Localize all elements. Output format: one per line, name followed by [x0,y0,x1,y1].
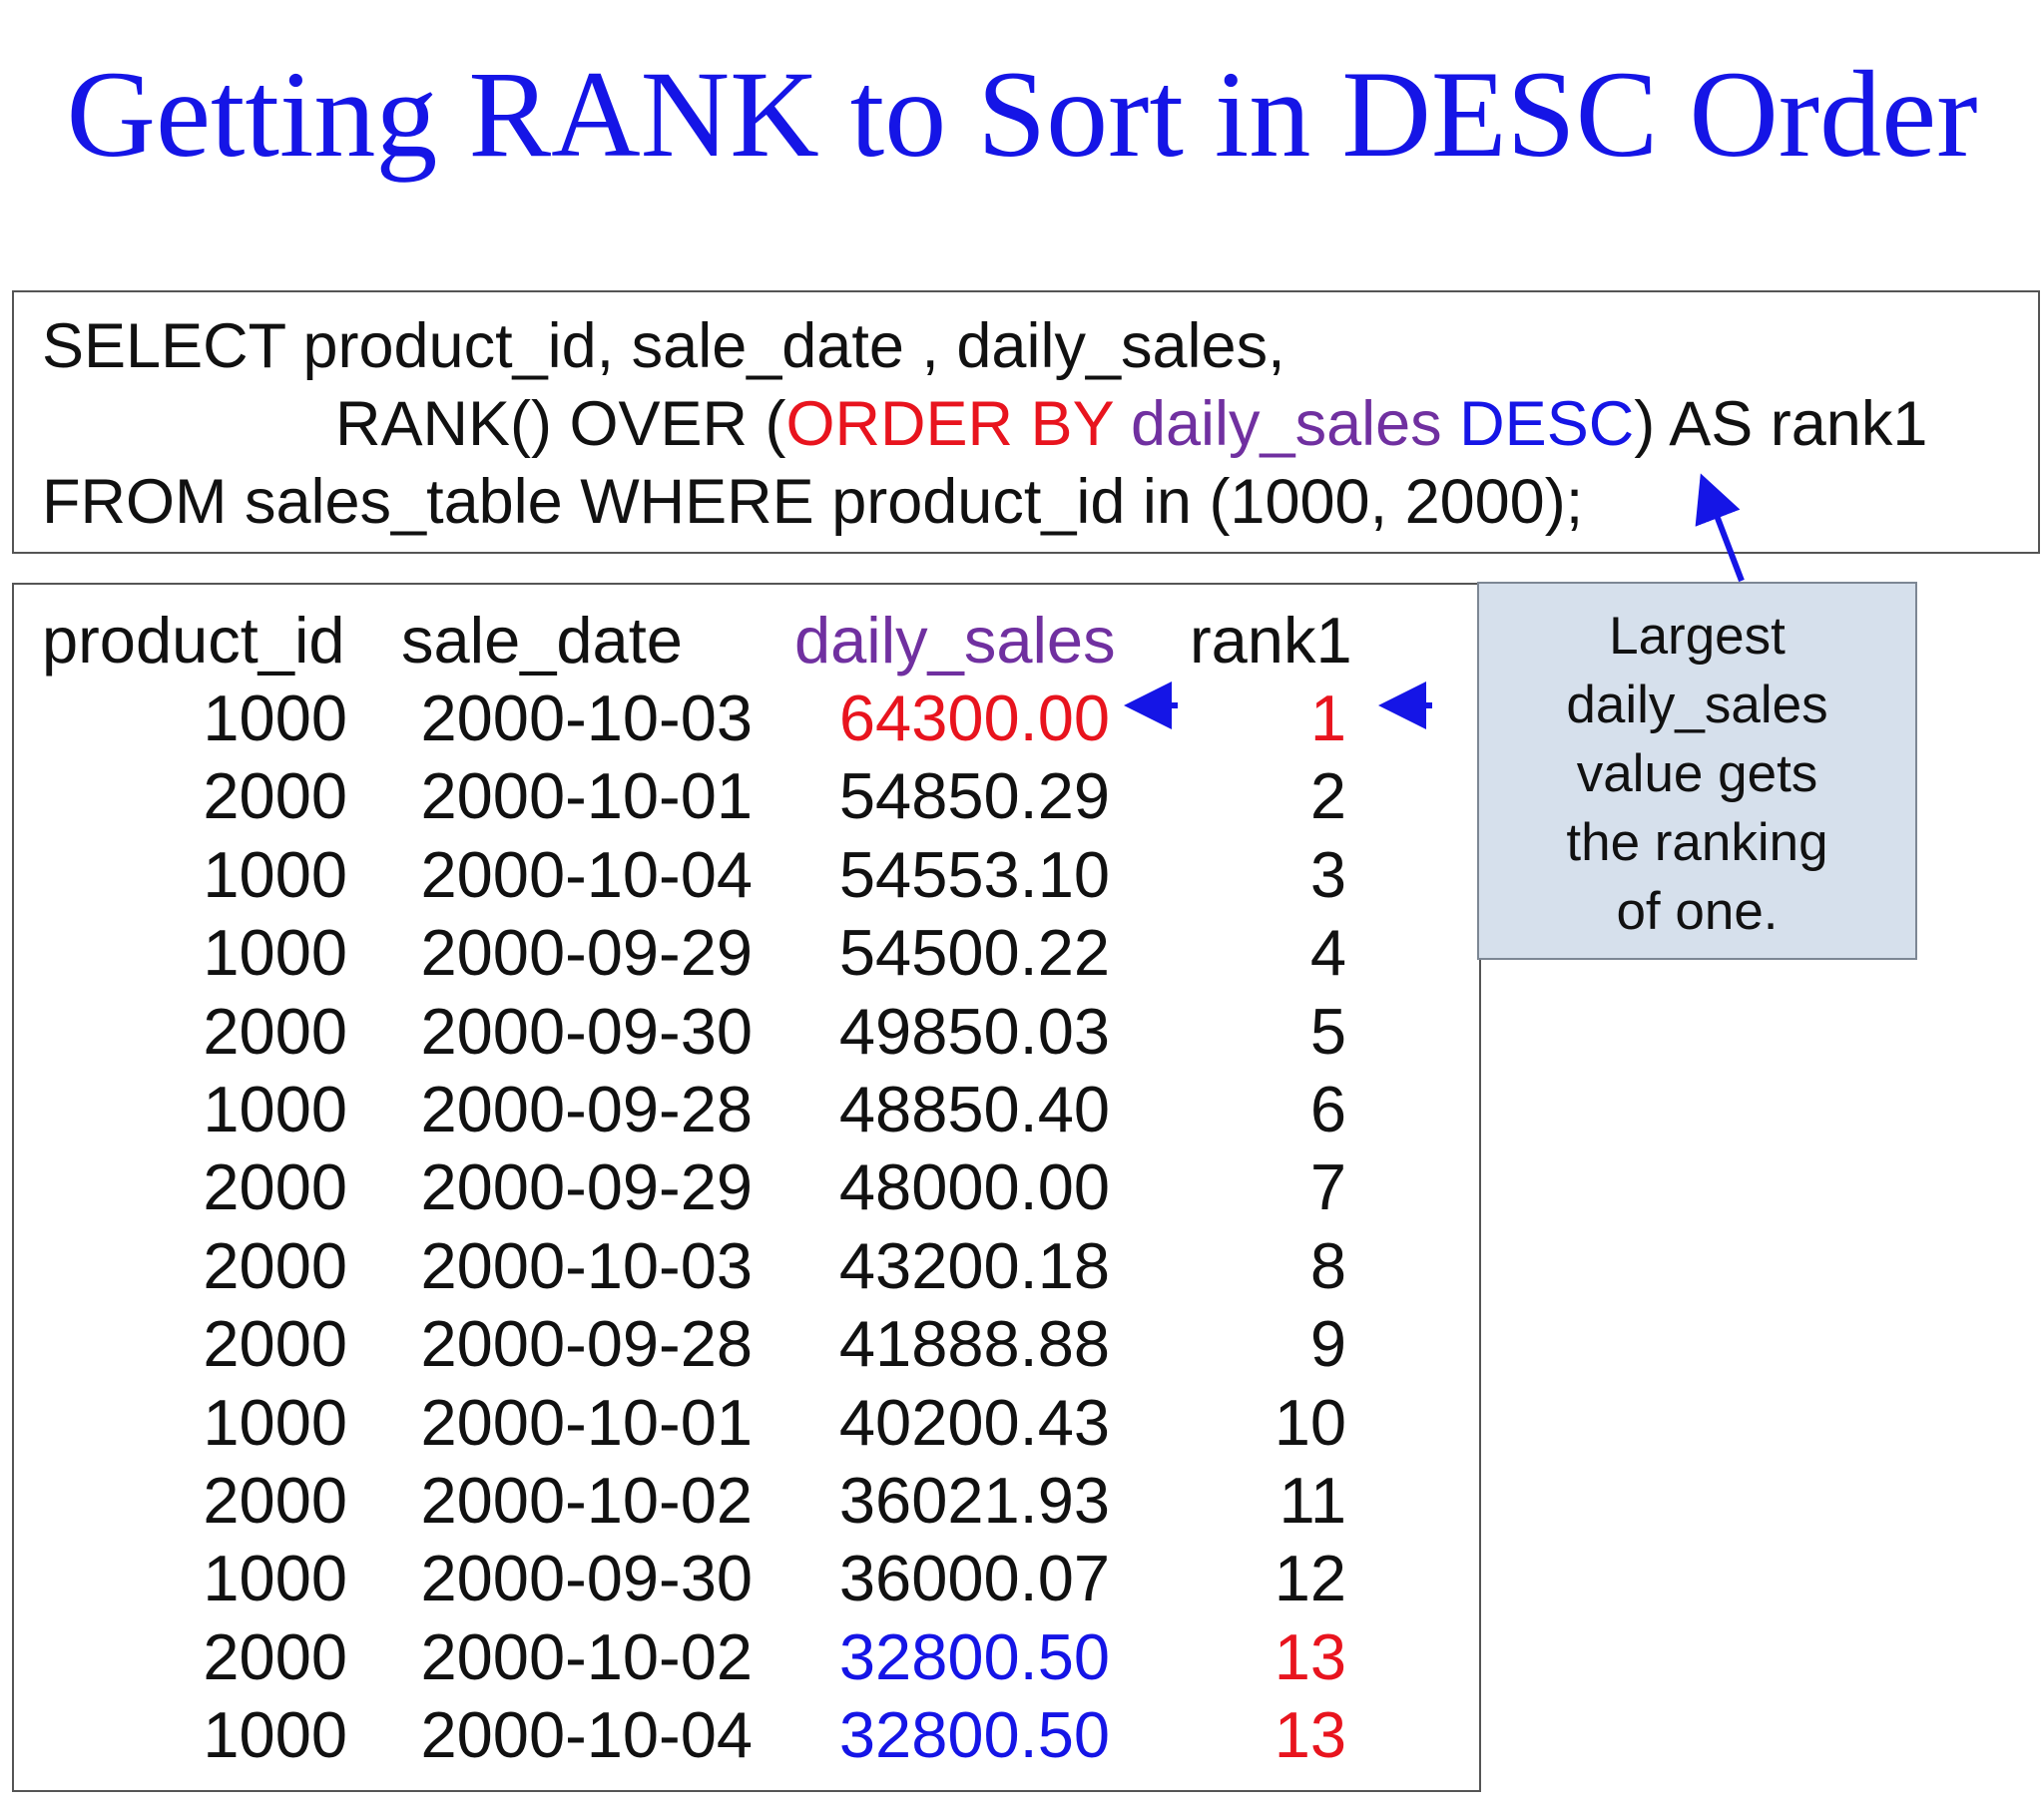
annotation-arrows [1124,473,1745,729]
arrow-up-icon [1695,473,1745,583]
